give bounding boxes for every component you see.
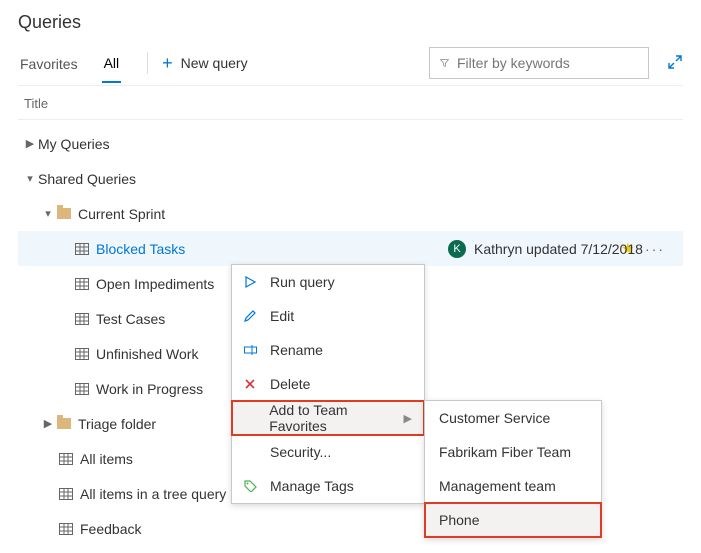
filter-input[interactable] — [457, 55, 638, 71]
folder-label[interactable]: Shared Queries — [38, 171, 136, 187]
query-icon — [58, 451, 74, 467]
toolbar-separator — [147, 52, 148, 74]
query-label[interactable]: Open Impediments — [96, 276, 214, 292]
submenu-item-phone[interactable]: Phone — [425, 503, 601, 537]
delete-icon — [244, 378, 264, 390]
menu-add-team-favorites[interactable]: Add to Team Favorites ▶ — [232, 401, 424, 435]
tree-folder-current-sprint[interactable]: ▾ Current Sprint — [18, 196, 683, 231]
avatar: K — [448, 240, 466, 258]
query-icon — [74, 311, 90, 327]
filter-icon — [440, 56, 449, 70]
query-label[interactable]: Unfinished Work — [96, 346, 198, 362]
new-query-label: New query — [181, 55, 248, 71]
menu-label: Rename — [270, 342, 323, 358]
pencil-icon — [244, 310, 264, 322]
query-label[interactable]: Blocked Tasks — [96, 241, 185, 257]
query-label[interactable]: All items in a tree query — [80, 486, 226, 502]
menu-label: Add to Team Favorites — [269, 402, 403, 434]
submenu-item-customer-service[interactable]: Customer Service — [425, 401, 601, 435]
rename-icon — [244, 345, 264, 355]
tree-query-icon — [58, 486, 74, 502]
menu-label: Delete — [270, 376, 310, 392]
menu-delete[interactable]: Delete — [232, 367, 424, 401]
updated-label: Kathryn updated 7/12/2018 — [474, 241, 643, 257]
tree-folder-my-queries[interactable]: ▶ My Queries — [18, 126, 683, 161]
query-label[interactable]: Work in Progress — [96, 381, 203, 397]
query-icon — [74, 381, 90, 397]
play-icon — [244, 276, 264, 288]
menu-rename[interactable]: Rename — [232, 333, 424, 367]
context-menu: Run query Edit Rename Delete Add to Team… — [231, 264, 425, 504]
query-icon — [74, 241, 90, 257]
submenu-arrow-icon: ▶ — [404, 412, 412, 425]
chevron-down-icon[interactable]: ▾ — [40, 207, 56, 220]
submenu-label: Fabrikam Fiber Team — [439, 444, 571, 460]
submenu-item-fabrikam[interactable]: Fabrikam Fiber Team — [425, 435, 601, 469]
more-actions-icon[interactable]: ··· — [645, 241, 665, 257]
menu-label: Run query — [270, 274, 335, 290]
query-icon — [74, 276, 90, 292]
menu-label: Edit — [270, 308, 294, 324]
filter-box[interactable] — [429, 47, 649, 79]
team-submenu: Customer Service Fabrikam Fiber Team Man… — [424, 400, 602, 538]
menu-security[interactable]: Security... — [232, 435, 424, 469]
new-query-button[interactable]: + New query — [162, 54, 247, 78]
column-header-title: Title — [18, 86, 683, 120]
query-icon — [74, 346, 90, 362]
page-title: Queries — [18, 12, 683, 33]
submenu-label: Phone — [439, 512, 479, 528]
menu-edit[interactable]: Edit — [232, 299, 424, 333]
folder-label[interactable]: Triage folder — [78, 416, 156, 432]
expand-icon[interactable] — [667, 54, 683, 79]
menu-manage-tags[interactable]: Manage Tags — [232, 469, 424, 503]
tabs: Favorites All — [18, 49, 143, 83]
chevron-right-icon[interactable]: ▶ — [22, 137, 38, 150]
tree-folder-shared-queries[interactable]: ▾ Shared Queries — [18, 161, 683, 196]
submenu-label: Management team — [439, 478, 556, 494]
query-icon — [58, 521, 74, 537]
tree-item-blocked-tasks[interactable]: Blocked Tasks ★ ··· K Kathryn updated 7/… — [18, 231, 683, 266]
menu-label: Manage Tags — [270, 478, 354, 494]
query-label[interactable]: Test Cases — [96, 311, 165, 327]
toolbar: Favorites All + New query — [18, 47, 683, 86]
chevron-down-icon[interactable]: ▾ — [22, 172, 38, 185]
menu-run-query[interactable]: Run query — [232, 265, 424, 299]
query-label[interactable]: Feedback — [80, 521, 141, 537]
folder-icon — [56, 416, 72, 432]
plus-icon: + — [162, 54, 173, 72]
tab-favorites[interactable]: Favorites — [18, 50, 80, 82]
folder-label[interactable]: My Queries — [38, 136, 110, 152]
row-meta: K Kathryn updated 7/12/2018 — [448, 231, 643, 266]
menu-label: Security... — [270, 444, 331, 460]
folder-icon — [56, 206, 72, 222]
tab-all[interactable]: All — [102, 49, 122, 83]
chevron-right-icon[interactable]: ▶ — [40, 417, 56, 430]
submenu-item-management[interactable]: Management team — [425, 469, 601, 503]
tag-icon — [244, 480, 264, 492]
submenu-label: Customer Service — [439, 410, 550, 426]
query-label[interactable]: All items — [80, 451, 133, 467]
folder-label[interactable]: Current Sprint — [78, 206, 165, 222]
